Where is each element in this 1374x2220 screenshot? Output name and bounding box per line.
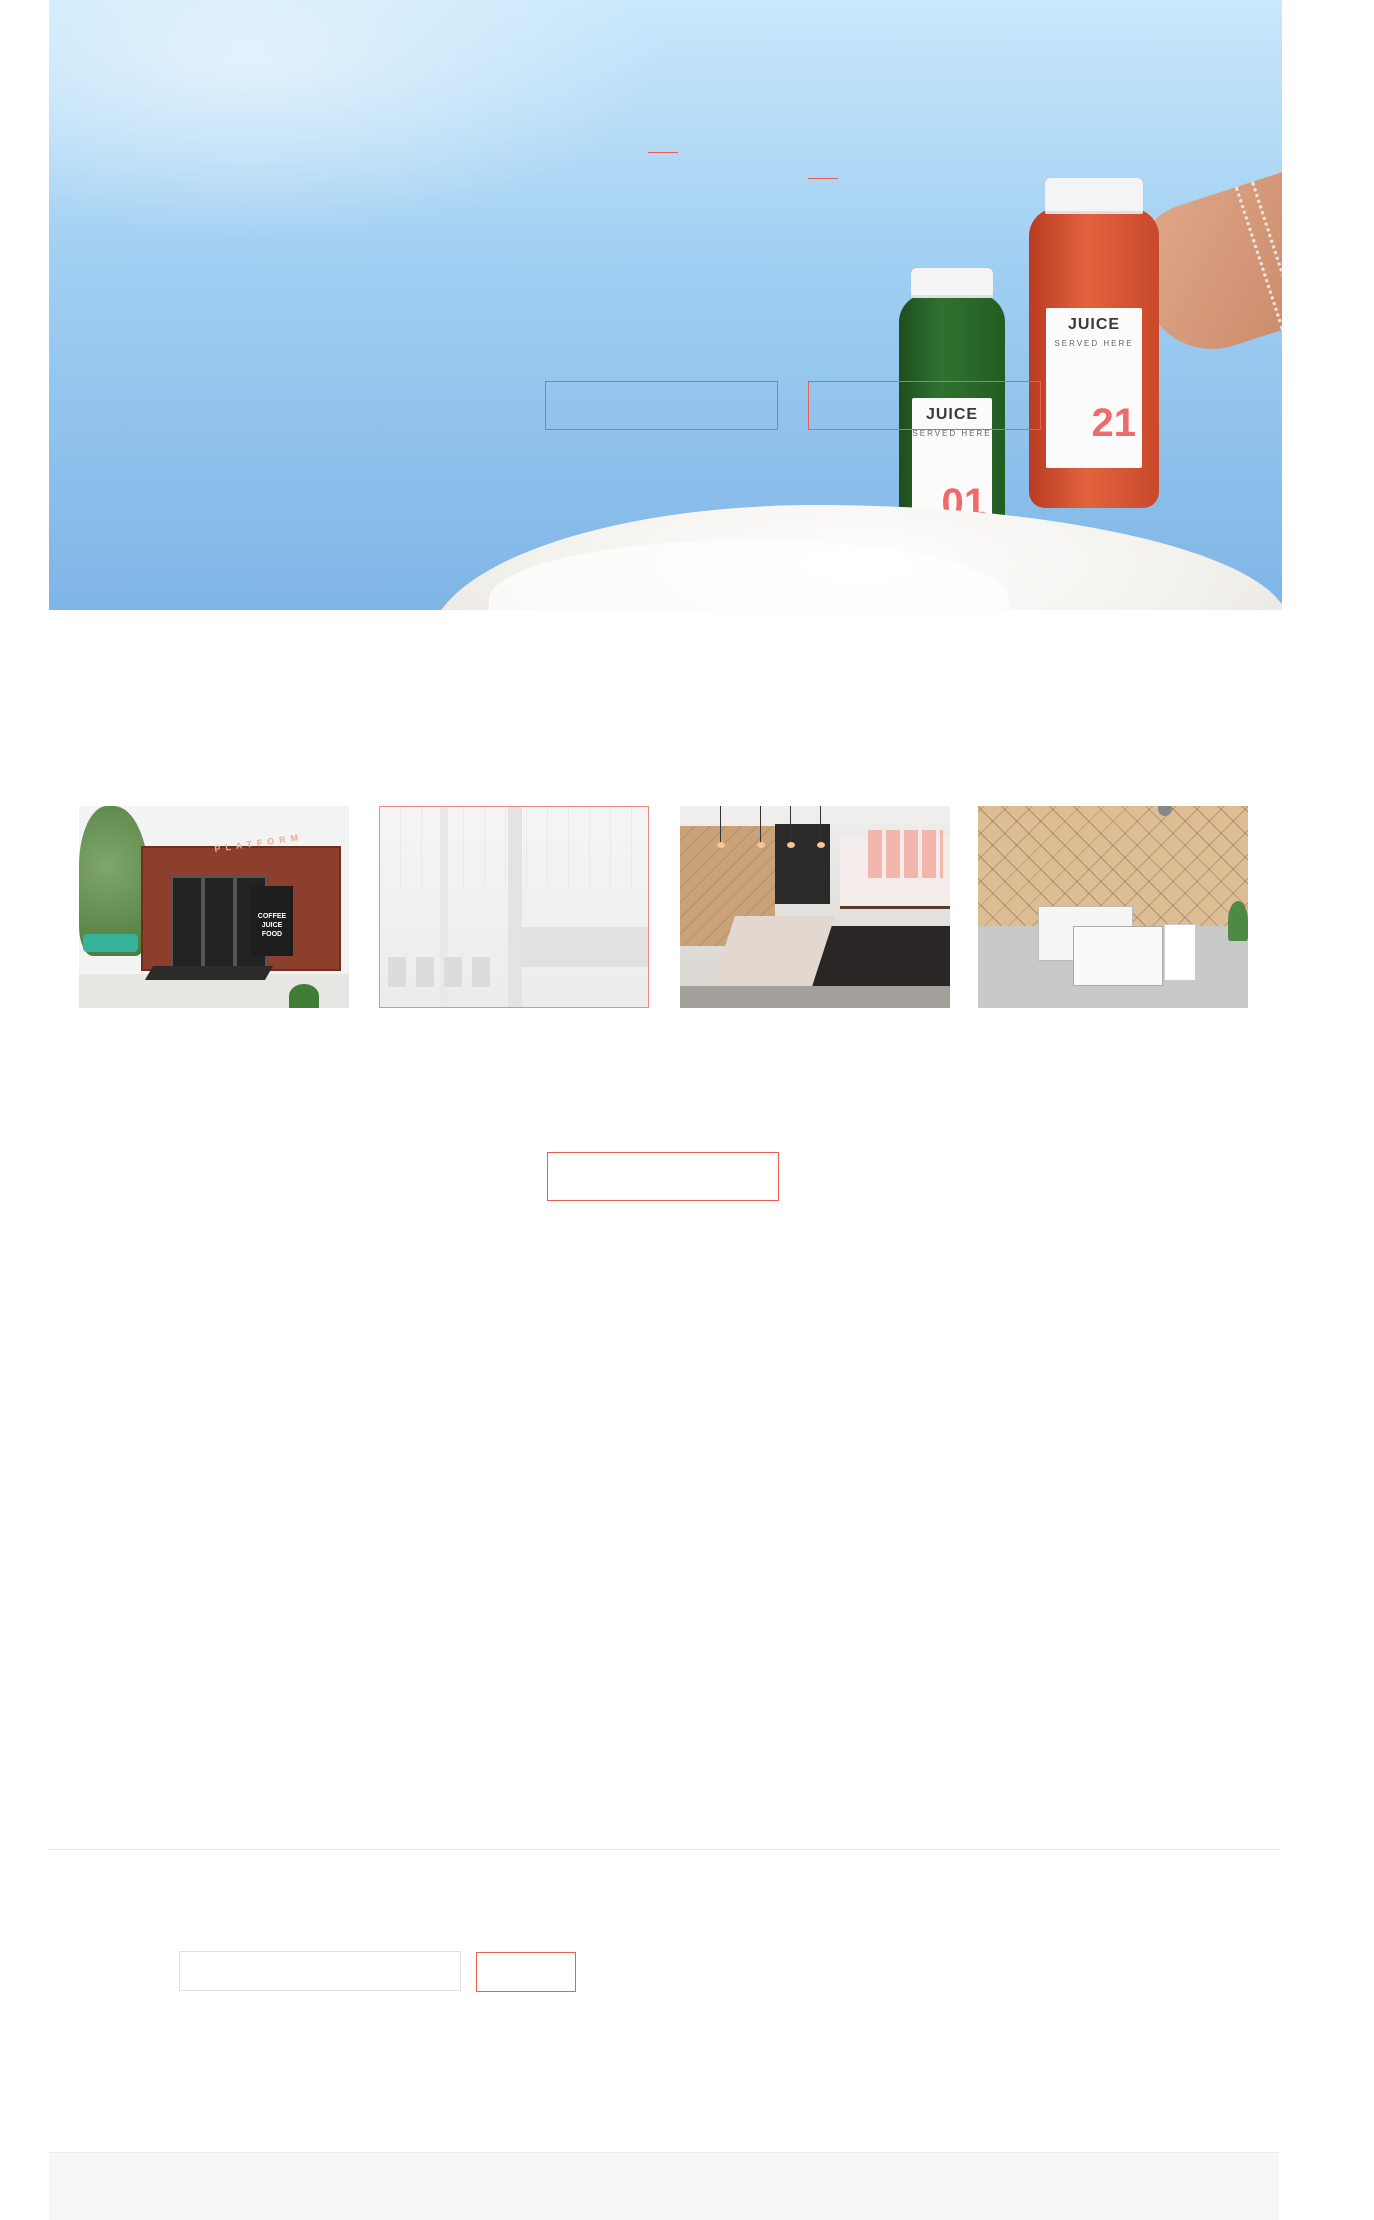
plant-image xyxy=(1228,901,1248,941)
store-tables xyxy=(388,957,498,987)
display-case xyxy=(1073,926,1163,986)
bottle-label: JUICE SERVED HERE 21 xyxy=(1046,308,1142,468)
bottle-subtitle: SERVED HERE xyxy=(1054,339,1134,348)
hero-button-left[interactable] xyxy=(545,381,778,430)
accent-dash xyxy=(648,152,678,153)
bottle-cap xyxy=(911,268,993,298)
store-card-interior-wood[interactable] xyxy=(978,806,1248,1008)
store-counter xyxy=(520,927,648,967)
shelf-sign xyxy=(868,830,943,878)
bottle-number: 21 xyxy=(1091,401,1137,445)
view-stores-button[interactable] xyxy=(547,1152,779,1201)
store-card-exterior[interactable]: PLATFORM COFFEE JUICE FOOD xyxy=(79,806,349,1008)
section-divider xyxy=(49,1849,1279,1850)
bottle-cap xyxy=(1045,178,1143,214)
store-card-interior-bright[interactable] xyxy=(379,806,649,1008)
pendant-lamp-icon xyxy=(787,806,797,848)
newsletter-email-input[interactable] xyxy=(179,1951,461,1991)
store-window xyxy=(171,876,203,968)
accent-dash xyxy=(808,178,838,179)
store-column xyxy=(508,807,522,1007)
pendant-lamp-icon xyxy=(817,806,827,848)
pendant-lamp-icon xyxy=(717,806,727,848)
bottle-brand: JUICE xyxy=(1067,316,1121,333)
pendant-lamp-icon xyxy=(757,806,767,848)
bracelet-image xyxy=(1234,181,1282,331)
footer xyxy=(49,2152,1279,2220)
store-floor xyxy=(680,986,950,1008)
store-door-sign: COFFEE JUICE FOOD xyxy=(251,886,293,956)
hero-button-right[interactable] xyxy=(808,381,1041,430)
juice-bottle-red: JUICE SERVED HERE 21 xyxy=(1029,178,1159,508)
store-step xyxy=(144,966,274,980)
store-card-interior-bar[interactable] xyxy=(680,806,950,1008)
newsletter-submit-button[interactable] xyxy=(476,1952,576,1992)
store-window xyxy=(203,876,235,968)
store-stand xyxy=(1164,924,1196,981)
hero-banner: JUICE SERVED HERE 21 JUICE SERVED HERE 0… xyxy=(49,0,1282,610)
hero-sky-glare xyxy=(49,0,669,240)
plant-image xyxy=(289,984,319,1008)
store-chairs xyxy=(83,934,138,952)
